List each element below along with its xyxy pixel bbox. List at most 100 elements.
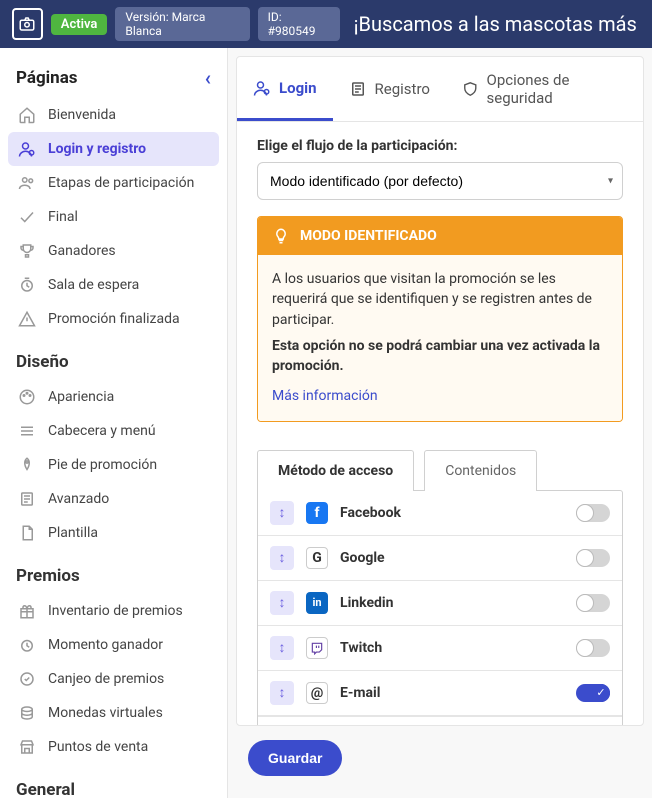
access-row-linkedin: ↕ in Linkedin (258, 581, 622, 626)
top-tabs: Login Registro Opciones de seguridad (237, 57, 643, 122)
access-row-facebook: ↕ f Facebook (258, 491, 622, 536)
sheet-icon (18, 490, 36, 508)
sidebar-item-label: Final (48, 209, 78, 225)
palette-icon (18, 388, 36, 406)
users-icon (18, 174, 36, 192)
store-icon (18, 738, 36, 756)
sidebar-item-momento-ganador[interactable]: Momento ganador (8, 628, 219, 662)
drag-handle[interactable]: ↕ (270, 546, 294, 570)
alert-more-link[interactable]: Más información (272, 386, 608, 406)
user-icon (253, 79, 271, 97)
sidebar-item-label: Pie de promoción (48, 457, 157, 473)
sidebar-item-label: Login y registro (48, 141, 146, 157)
version-badge: Versión: Marca Blanca (115, 7, 249, 41)
sidebar-item-label: Canjeo de premios (48, 671, 164, 687)
access-row-google: ↕ G Google (258, 536, 622, 581)
sidebar-item-label: Sala de espera (48, 277, 139, 293)
alert-title: MODO IDENTIFICADO (300, 228, 437, 244)
inner-tab-metodo-acceso[interactable]: Método de acceso (257, 450, 414, 491)
sidebar-item-label: Ganadores (48, 243, 116, 259)
toggle-email[interactable] (576, 684, 610, 702)
sidebar-item-sala-espera[interactable]: Sala de espera (8, 268, 219, 302)
screenshot-button[interactable] (12, 8, 43, 40)
toggle-linkedin[interactable] (576, 594, 610, 612)
main-panel: Login Registro Opciones de seguridad Eli… (228, 48, 652, 798)
sidebar-item-inventario-premios[interactable]: Inventario de premios (8, 594, 219, 628)
design-heading: Diseño (8, 336, 219, 380)
sidebar-item-label: Apariencia (48, 389, 114, 405)
sidebar-item-label: Etapas de participación (48, 175, 194, 191)
access-label: Twitch (340, 640, 564, 656)
tab-label: Registro (375, 80, 430, 98)
sidebar-item-puntos-venta[interactable]: Puntos de venta (8, 730, 219, 764)
flow-label: Elige el flujo de la participación: (257, 138, 623, 154)
clock-icon (18, 276, 36, 294)
status-badge: Activa (51, 14, 108, 35)
page-title: ¡Buscamos a las mascotas más d (354, 12, 640, 36)
sidebar-item-cabecera-menu[interactable]: Cabecera y menú (8, 414, 219, 448)
sidebar-item-label: Puntos de venta (48, 739, 148, 755)
user-icon (18, 140, 36, 158)
general-heading: General (8, 764, 219, 798)
drag-handle[interactable]: ↕ (270, 501, 294, 525)
pages-heading: Páginas (16, 68, 78, 88)
toggle-twitch[interactable] (576, 639, 610, 657)
drag-handle[interactable]: ↕ (270, 681, 294, 705)
sidebar-item-login-registro[interactable]: Login y registro (8, 132, 219, 166)
tab-seguridad[interactable]: Opciones de seguridad (446, 57, 643, 121)
linkedin-icon: in (306, 592, 328, 614)
sidebar-item-plantilla[interactable]: Plantilla (8, 516, 219, 550)
google-icon: G (306, 547, 328, 569)
tab-login[interactable]: Login (237, 57, 333, 121)
twitch-icon (306, 637, 328, 659)
sidebar-item-monedas-virtuales[interactable]: Monedas virtuales (8, 696, 219, 730)
sidebar-item-final[interactable]: Final (8, 200, 219, 234)
file-icon (18, 524, 36, 542)
id-badge: ID: #980549 (258, 7, 340, 41)
sidebar-item-label: Avanzado (48, 491, 109, 507)
sidebar-item-ganadores[interactable]: Ganadores (8, 234, 219, 268)
inner-tab-contenidos[interactable]: Contenidos (424, 450, 537, 491)
sidebar-item-label: Inventario de premios (48, 603, 183, 619)
access-row-email: ↕ @ E-mail (258, 671, 622, 716)
gift-icon (18, 602, 36, 620)
sidebar-item-apariencia[interactable]: Apariencia (8, 380, 219, 414)
sidebar-item-label: Bienvenida (48, 107, 116, 123)
timer-icon (18, 636, 36, 654)
check-icon (18, 208, 36, 226)
form-icon (349, 80, 367, 98)
save-button[interactable]: Guardar (248, 740, 342, 776)
access-label: E-mail (340, 685, 564, 701)
access-label: Facebook (340, 505, 564, 521)
sidebar-item-label: Monedas virtuales (48, 705, 163, 721)
sidebar-item-canjeo-premios[interactable]: Canjeo de premios (8, 662, 219, 696)
sidebar-item-pie-promocion[interactable]: Pie de promoción (8, 448, 219, 482)
sidebar-item-avanzado[interactable]: Avanzado (8, 482, 219, 516)
email-icon: @ (306, 682, 328, 704)
tab-registro[interactable]: Registro (333, 57, 446, 121)
sidebar-item-promocion-finalizada[interactable]: Promoción finalizada (8, 302, 219, 336)
coins-icon (18, 704, 36, 722)
sidebar-item-label: Momento ganador (48, 637, 163, 653)
collapse-sidebar-button[interactable]: ‹ (205, 66, 211, 90)
access-row-twitch: ↕ Twitch (258, 626, 622, 671)
shield-icon (462, 80, 479, 98)
toggle-google[interactable] (576, 549, 610, 567)
alert-icon (18, 310, 36, 328)
sidebar: Páginas ‹ Bienvenida Login y registro Et… (0, 48, 228, 798)
facebook-icon: f (306, 502, 328, 524)
redeem-icon (18, 670, 36, 688)
alert-text-1: A los usuarios que visitan la promoción … (272, 269, 608, 330)
prizes-heading: Premios (8, 550, 219, 594)
info-alert: MODO IDENTIFICADO A los usuarios que vis… (257, 216, 623, 422)
camera-icon (18, 15, 36, 33)
sidebar-item-etapas[interactable]: Etapas de participación (8, 166, 219, 200)
drag-handle[interactable]: ↕ (270, 591, 294, 615)
home-icon (18, 106, 36, 124)
sidebar-item-label: Promoción finalizada (48, 311, 180, 327)
drag-handle[interactable]: ↕ (270, 636, 294, 660)
toggle-facebook[interactable] (576, 504, 610, 522)
topbar: Activa Versión: Marca Blanca ID: #980549… (0, 0, 652, 48)
flow-select[interactable]: Modo identificado (por defecto) (257, 162, 623, 200)
sidebar-item-bienvenida[interactable]: Bienvenida (8, 98, 219, 132)
